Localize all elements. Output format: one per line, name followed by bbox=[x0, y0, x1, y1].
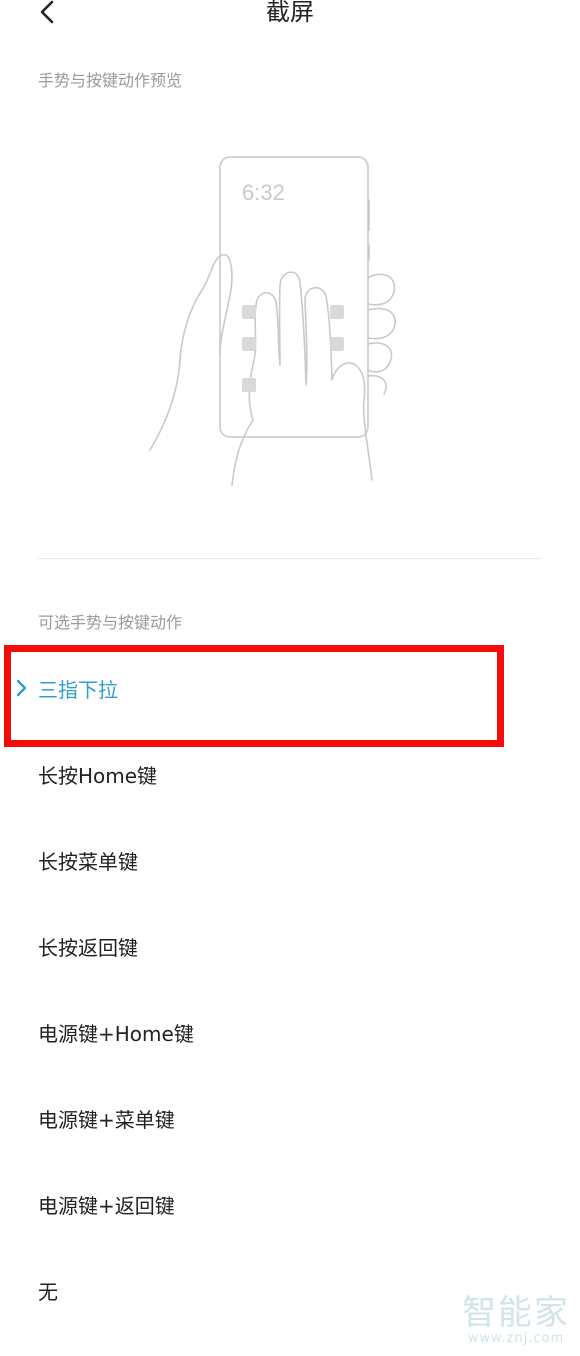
option-label: 长按返回键 bbox=[38, 936, 138, 960]
option-label: 电源键+菜单键 bbox=[38, 1108, 175, 1132]
option-label: 长按Home键 bbox=[38, 764, 158, 788]
section-divider bbox=[38, 558, 542, 559]
option-power-back[interactable]: 电源键+返回键 bbox=[0, 1164, 580, 1250]
option-long-press-back[interactable]: 长按返回键 bbox=[0, 906, 580, 992]
chevron-right-icon bbox=[16, 679, 27, 697]
option-long-press-home[interactable]: 长按Home键 bbox=[0, 734, 580, 820]
options-section-label: 可选手势与按键动作 bbox=[38, 613, 183, 632]
top-bar: 截屏 bbox=[0, 0, 580, 40]
watermark-logo: 智能家 www.znj.com bbox=[462, 1295, 570, 1346]
preview-clock: 6:32 bbox=[242, 180, 285, 205]
option-label: 电源键+Home键 bbox=[38, 1022, 194, 1046]
right-fingers-outline bbox=[367, 273, 397, 395]
page-title: 截屏 bbox=[266, 0, 314, 26]
watermark-main: 智能家 bbox=[462, 1293, 570, 1333]
option-label: 电源键+返回键 bbox=[38, 1194, 175, 1218]
app-icon-placeholder bbox=[330, 337, 344, 351]
option-long-press-menu[interactable]: 长按菜单键 bbox=[0, 820, 580, 906]
watermark-url: www.znj.com bbox=[467, 1331, 565, 1346]
app-icon-placeholder bbox=[330, 305, 344, 319]
app-icon-placeholder bbox=[242, 305, 256, 319]
preview-section-label: 手势与按键动作预览 bbox=[38, 71, 183, 90]
option-power-menu[interactable]: 电源键+菜单键 bbox=[0, 1078, 580, 1164]
app-icon-placeholder bbox=[242, 337, 256, 351]
option-power-home[interactable]: 电源键+Home键 bbox=[0, 992, 580, 1078]
gesture-preview-illustration: 6:32 bbox=[149, 156, 397, 486]
app-icon-placeholder bbox=[242, 378, 256, 392]
option-label: 三指下拉 bbox=[38, 678, 118, 702]
option-three-finger-swipe[interactable]: 三指下拉 bbox=[0, 648, 580, 734]
option-label: 长按菜单键 bbox=[38, 850, 138, 874]
option-label: 无 bbox=[38, 1280, 58, 1304]
